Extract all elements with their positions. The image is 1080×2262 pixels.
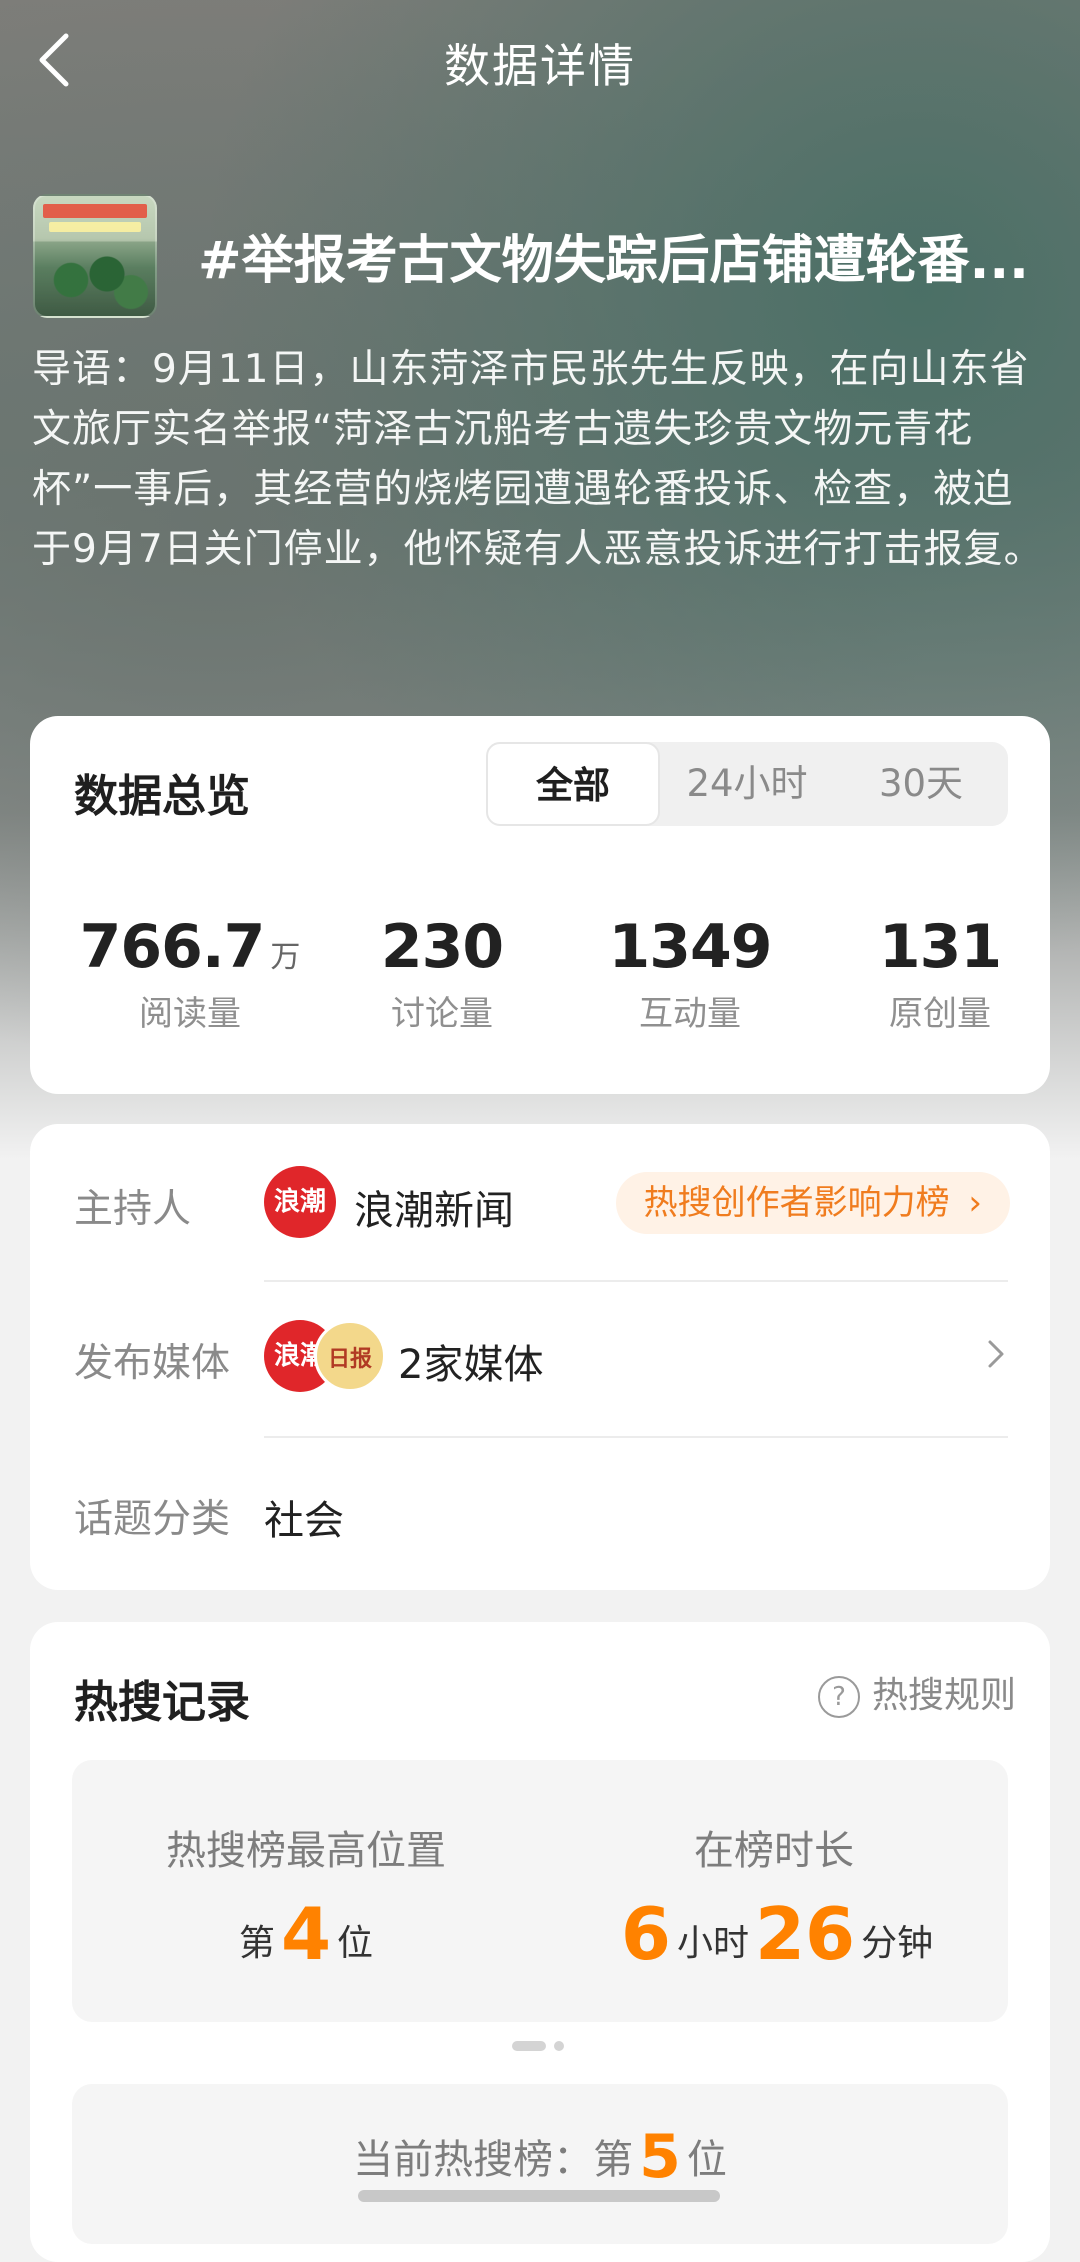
carousel-indicator (512, 2036, 572, 2055)
hot-search-rules-label: 热搜规则 (871, 1675, 1016, 1716)
page-title: 数据详情 (444, 39, 636, 93)
record-heading: 热搜记录 (74, 1677, 250, 1728)
time-range-tabs: 全部 24小时 30天 (486, 742, 1008, 826)
record-summary-box: 热搜榜最高位置 第4 位 在榜时长 6 小时26 分钟 (72, 1760, 1008, 2022)
carousel-dot-active (512, 2041, 546, 2051)
topic-info-card: 主持人 浪潮 浪潮新闻 热搜创作者影响力榜 › 发布媒体 浪潮 日报 2家媒体 … (30, 1124, 1050, 1590)
creator-influence-badge-label: 热搜创作者影响力榜 (643, 1183, 950, 1223)
chevron-right-icon[interactable] (976, 1334, 1016, 1374)
hot-search-rules-link[interactable]: ? 热搜规则 (817, 1666, 1016, 1718)
stat-interactions-label: 互动量 (639, 994, 741, 1034)
overview-heading: 数据总览 (74, 771, 250, 822)
media-count[interactable]: 2家媒体 (398, 1332, 543, 1390)
category-label: 话题分类 (74, 1497, 231, 1542)
media-logo-2: 日报 (314, 1320, 386, 1392)
tab-30d[interactable]: 30天 (834, 742, 1008, 826)
stat-originals-label: 原创量 (889, 994, 991, 1034)
question-icon: ? (817, 1676, 860, 1718)
duration-hours: 6 (620, 1892, 671, 1976)
best-position-prefix: 第 (238, 1923, 275, 1964)
stat-interactions-value: 1349 (608, 912, 773, 982)
topic-thumbnail (33, 194, 157, 318)
tab-all[interactable]: 全部 (486, 742, 660, 826)
media-label: 发布媒体 (74, 1341, 231, 1386)
stat-originals: 131 原创量 (820, 912, 1060, 1035)
best-position-value: 4 (280, 1892, 332, 1976)
host-name[interactable]: 浪潮新闻 (354, 1178, 514, 1236)
home-indicator[interactable] (358, 2190, 720, 2202)
chevron-right-icon: › (968, 1183, 982, 1223)
overview-card: 数据总览 全部 24小时 30天 766.7 万 阅读量 230 讨论量 1349… (30, 716, 1050, 1094)
stat-interactions: 1349 互动量 (570, 912, 810, 1035)
tab-24h[interactable]: 24小时 (660, 742, 834, 826)
topic-intro: 导语：9月11日，山东菏泽市民张先生反映，在向山东省文旅厅实名举报“菏泽古沉船考… (32, 347, 1044, 572)
topic-title: #举报考古文物失踪后店铺遭轮番... (198, 231, 1029, 291)
current-rank-line: 当前热搜榜：第 5 位 (72, 2122, 1008, 2192)
stat-reads-value: 766.7 (79, 912, 266, 982)
stat-reads-unit: 万 (270, 940, 301, 975)
duration-hours-unit: 小时 (676, 1923, 749, 1964)
stat-discussions-value: 230 (380, 912, 504, 982)
duration-label: 在榜时长 (694, 1828, 854, 1874)
best-position-label: 热搜榜最高位置 (166, 1828, 446, 1874)
category-value: 社会 (264, 1498, 344, 1544)
top-bar: 数据详情 (0, 0, 1080, 120)
duration-minutes-unit: 分钟 (861, 1923, 934, 1964)
thumbnail-banner-sub (49, 222, 141, 232)
stat-reads-label: 阅读量 (139, 994, 241, 1034)
best-position-suffix: 位 (337, 1923, 374, 1964)
creator-influence-badge[interactable]: 热搜创作者影响力榜 › (615, 1172, 1010, 1234)
current-rank-suffix: 位 (686, 2137, 727, 2183)
divider (264, 1436, 1008, 1438)
stat-reads: 766.7 万 阅读量 (70, 912, 310, 1035)
divider (264, 1280, 1008, 1282)
host-logo: 浪潮 (264, 1166, 336, 1238)
current-rank-value: 5 (639, 2122, 681, 2192)
duration-minutes: 26 (754, 1892, 856, 1976)
stat-originals-value: 131 (878, 912, 1002, 982)
current-rank-box: 当前热搜榜：第 5 位 (72, 2084, 1008, 2244)
hot-search-record-card: 热搜记录 ? 热搜规则 热搜榜最高位置 第4 位 在榜时长 6 小时26 分钟 当前热搜… (30, 1622, 1050, 2262)
thumbnail-banner (43, 204, 147, 218)
stat-discussions: 230 讨论量 (322, 912, 562, 1035)
stat-discussions-label: 讨论量 (391, 994, 493, 1034)
duration-value-group: 6 小时26 分钟 (540, 1892, 1008, 1976)
carousel-dot (554, 2041, 564, 2051)
best-position-value-group: 第4 位 (72, 1892, 540, 1976)
host-label: 主持人 (74, 1187, 192, 1232)
current-rank-label: 当前热搜榜：第 (353, 2137, 634, 2183)
